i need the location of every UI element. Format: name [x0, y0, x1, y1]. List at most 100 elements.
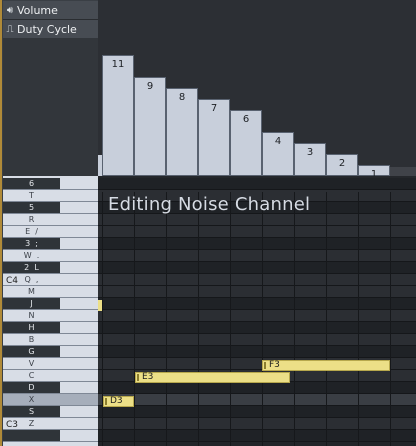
- volume-bar[interactable]: 3: [294, 143, 326, 176]
- grid-row[interactable]: [98, 286, 416, 298]
- piano-key[interactable]: R: [3, 214, 98, 226]
- piano-key-label: E /: [25, 227, 38, 236]
- octave-label-c3: C3: [6, 420, 19, 430]
- piano-key[interactable]: M: [3, 286, 98, 298]
- volume-bar[interactable]: 6: [230, 110, 262, 176]
- piano-key-label: D: [28, 383, 35, 392]
- piano-key-label: B: [28, 335, 35, 344]
- grid-column-line: [390, 192, 391, 446]
- volume-bar[interactable]: 11: [102, 55, 134, 176]
- grid-row[interactable]: [98, 214, 416, 226]
- grid-column-line: [326, 192, 327, 446]
- piano-key[interactable]: 2 L: [3, 262, 98, 274]
- grid-column-line: [294, 192, 295, 446]
- note-label-e3: E3: [142, 372, 154, 382]
- note-block-e3[interactable]: E3: [135, 372, 290, 383]
- volume-value: 4: [274, 136, 282, 147]
- piano-key[interactable]: C: [3, 370, 98, 382]
- grid-row[interactable]: [98, 226, 416, 238]
- black-key: [3, 430, 60, 441]
- grid-column-line: [102, 192, 103, 446]
- volume-bar[interactable]: 1: [358, 165, 390, 180]
- grid-column-line: [262, 192, 263, 446]
- piano-key-label: 3 ;: [25, 239, 38, 248]
- grid-row[interactable]: [98, 178, 416, 190]
- note-block-d3[interactable]: D3: [103, 396, 134, 407]
- octave-label-c4: C4: [6, 276, 19, 286]
- grid-row[interactable]: [98, 298, 416, 310]
- volume-label: Volume: [17, 3, 58, 17]
- piano-key-label: G: [28, 347, 35, 356]
- piano-key-label: H: [28, 323, 35, 332]
- volume-value: 7: [210, 103, 218, 114]
- volume-value: 6: [242, 114, 250, 125]
- grid-row[interactable]: [98, 322, 416, 334]
- volume-bar[interactable]: 4: [262, 132, 294, 176]
- grid-row[interactable]: [98, 346, 416, 358]
- volume-value: 9: [146, 81, 154, 92]
- duty-cycle-envelope-button[interactable]: ⎍ Duty Cycle: [3, 20, 98, 39]
- sidebar-envelope-pane: [3, 38, 98, 176]
- grid-row[interactable]: [98, 250, 416, 262]
- piano-key[interactable]: 5: [3, 202, 98, 214]
- volume-bar[interactable]: 8: [166, 88, 198, 176]
- speaker-icon: 🔊︎: [6, 4, 14, 16]
- grid-column-line: [358, 192, 359, 446]
- piano-key-label: C: [28, 371, 35, 380]
- piano-key-label: 5: [28, 203, 35, 212]
- piano-key[interactable]: T: [3, 190, 98, 202]
- piano-keyboard[interactable]: 6T5RE /3 ; W .2 LQ ,MJNHBGVCDXSZ C4 C3: [3, 176, 98, 446]
- volume-bar-empty: [390, 167, 416, 176]
- pulse-wave-icon: ⎍: [6, 23, 14, 35]
- piano-key[interactable]: V: [3, 358, 98, 370]
- piano-key[interactable]: 3 ;: [3, 238, 98, 250]
- piano-key-label: 2 L: [24, 263, 39, 272]
- piano-key[interactable]: B: [3, 334, 98, 346]
- duty-cycle-label: Duty Cycle: [17, 22, 77, 36]
- grid-row[interactable]: [98, 262, 416, 274]
- piano-key-label: M: [28, 287, 35, 296]
- piano-key[interactable]: G: [3, 346, 98, 358]
- piano-key[interactable]: X: [3, 394, 98, 406]
- pattern-grid[interactable]: Editing Noise Channel E3 F3 D3: [98, 178, 416, 446]
- volume-envelope-button[interactable]: 🔊︎ Volume: [3, 1, 98, 20]
- piano-key[interactable]: J: [3, 298, 98, 310]
- piano-key-label: X: [28, 395, 35, 404]
- channel-title-overlay: Editing Noise Channel: [108, 194, 311, 215]
- piano-key[interactable]: H: [3, 322, 98, 334]
- note-label-d3: D3: [110, 396, 123, 406]
- grid-row[interactable]: [98, 406, 416, 418]
- piano-key[interactable]: N: [3, 310, 98, 322]
- grid-column-line: [198, 192, 199, 446]
- piano-key[interactable]: E /: [3, 226, 98, 238]
- grid-row[interactable]: [98, 310, 416, 322]
- piano-key[interactable]: 6: [3, 178, 98, 190]
- grid-row[interactable]: [98, 334, 416, 346]
- volume-bar[interactable]: 2: [326, 154, 358, 176]
- grid-row[interactable]: [98, 274, 416, 286]
- piano-key-label: 6: [28, 179, 35, 188]
- piano-key-label: T: [29, 191, 34, 200]
- note-fragment[interactable]: [98, 300, 102, 311]
- grid-row[interactable]: [98, 430, 416, 442]
- piano-key[interactable]: D: [3, 382, 98, 394]
- volume-envelope-editor[interactable]: 11 9 8 7 6 4 3 2 1: [98, 0, 416, 180]
- volume-bar[interactable]: 9: [134, 77, 166, 176]
- piano-key-label: W .: [23, 251, 40, 260]
- piano-key-label: S: [28, 407, 35, 416]
- grid-row[interactable]: [98, 238, 416, 250]
- note-block-f3[interactable]: F3: [262, 360, 390, 371]
- sidebar-accent: [0, 0, 2, 446]
- volume-value: 3: [306, 147, 314, 158]
- grid-row[interactable]: [98, 418, 416, 430]
- grid-column-line: [230, 192, 231, 446]
- volume-value: 8: [178, 92, 186, 103]
- grid-row[interactable]: [98, 394, 416, 406]
- grid-row[interactable]: [98, 382, 416, 394]
- piano-key[interactable]: W .: [3, 250, 98, 262]
- piano-key-label: N: [28, 311, 35, 320]
- volume-bar[interactable]: 7: [198, 99, 230, 176]
- piano-key[interactable]: [3, 430, 98, 442]
- piano-key-label: R: [28, 215, 35, 224]
- piano-key[interactable]: S: [3, 406, 98, 418]
